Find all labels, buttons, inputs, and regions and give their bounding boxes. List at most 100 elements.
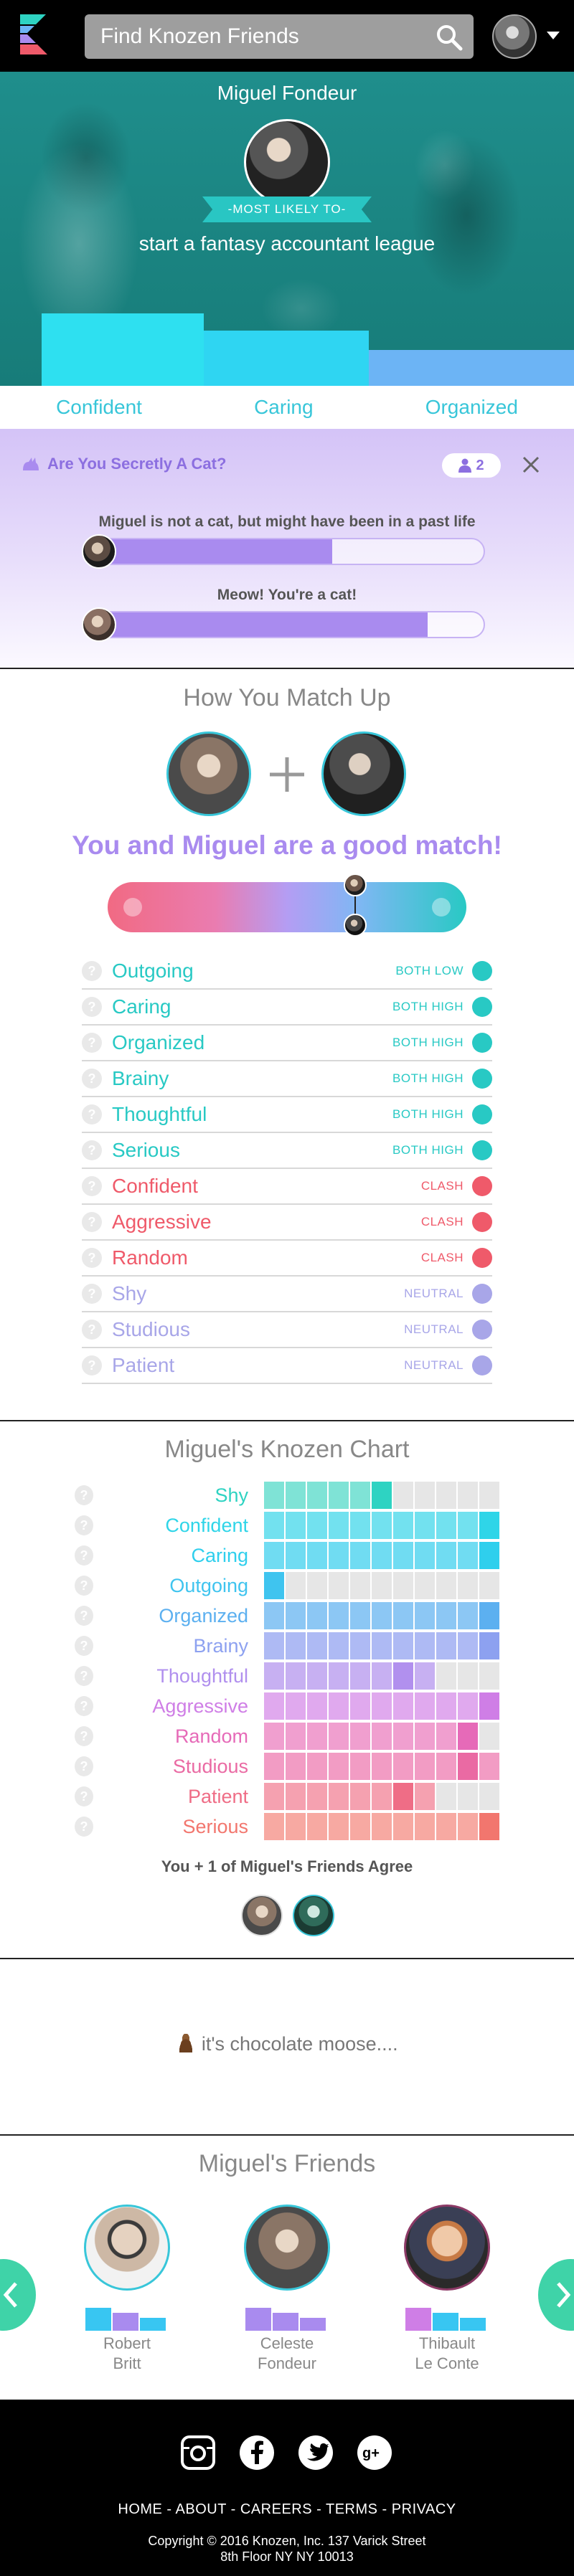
footer-nav-separator: - xyxy=(377,2501,392,2517)
friend-trait-bar xyxy=(245,2308,271,2331)
footer-link-careers[interactable]: CAREERS xyxy=(240,2501,312,2517)
help-icon[interactable]: ? xyxy=(75,1666,94,1686)
help-icon[interactable]: ? xyxy=(82,1284,102,1304)
chart-cell xyxy=(436,1482,456,1509)
trait-name: Serious xyxy=(112,1139,180,1161)
friend-trait-bar xyxy=(433,2313,458,2331)
help-icon[interactable]: ? xyxy=(82,1104,102,1124)
friend-photo[interactable] xyxy=(244,2205,330,2291)
help-icon[interactable]: ? xyxy=(75,1606,94,1626)
help-icon[interactable]: ? xyxy=(75,1576,94,1596)
help-icon[interactable]: ? xyxy=(75,1636,94,1656)
help-icon[interactable]: ? xyxy=(82,1176,102,1196)
help-icon[interactable]: ? xyxy=(75,1756,94,1776)
help-icon[interactable]: ? xyxy=(75,1485,94,1505)
participants-badge[interactable]: 2 xyxy=(442,453,501,478)
chart-cell xyxy=(264,1753,284,1780)
trait-row: ? Caring BOTH HIGH xyxy=(82,990,492,1026)
chart-cell xyxy=(372,1572,392,1599)
help-icon[interactable]: ? xyxy=(82,1320,102,1340)
trait-row: ? Aggressive CLASH xyxy=(82,1205,492,1241)
search-icon[interactable] xyxy=(435,23,464,52)
chart-cell xyxy=(436,1602,456,1629)
help-icon[interactable]: ? xyxy=(82,1069,102,1089)
chevron-down-icon[interactable] xyxy=(547,32,560,39)
footer-link-about[interactable]: ABOUT xyxy=(176,2501,227,2517)
chart-row-label: Patient xyxy=(187,1785,248,1807)
chart-cell xyxy=(350,1662,370,1690)
footer-link-home[interactable]: HOME xyxy=(118,2501,162,2517)
agree-user-avatar[interactable] xyxy=(241,1895,283,1936)
friend-last-name: Le Conte xyxy=(415,2354,479,2372)
previous-friends-button[interactable] xyxy=(0,2259,36,2331)
help-icon[interactable]: ? xyxy=(75,1817,94,1837)
help-icon[interactable]: ? xyxy=(75,1545,94,1566)
footer-nav-separator: - xyxy=(226,2501,240,2517)
help-icon[interactable]: ? xyxy=(82,1355,102,1375)
chart-cell xyxy=(393,1602,413,1629)
address-line: 8th Floor NY NY 10013 xyxy=(220,2549,354,2564)
poop-emoji-icon xyxy=(176,2034,197,2052)
next-friends-button[interactable] xyxy=(538,2259,574,2331)
footer-link-privacy[interactable]: PRIVACY xyxy=(392,2501,456,2517)
chart-cells xyxy=(264,1572,499,1599)
chart-row-label: Thoughtful xyxy=(156,1665,248,1687)
chart-cell xyxy=(307,1753,327,1780)
chart-cell xyxy=(458,1602,478,1629)
chart-row-label: Random xyxy=(174,1725,248,1747)
help-icon[interactable]: ? xyxy=(75,1696,94,1716)
trait-name: Thoughtful xyxy=(112,1103,207,1125)
help-icon[interactable]: ? xyxy=(82,1140,102,1160)
trait-row: ? Serious BOTH HIGH xyxy=(82,1133,492,1169)
trait-name: Studious xyxy=(112,1318,190,1340)
knozen-logo-icon[interactable] xyxy=(20,13,65,57)
quiz-result-fill xyxy=(85,539,332,564)
chart-cell xyxy=(372,1723,392,1750)
instagram-icon[interactable] xyxy=(179,2434,217,2471)
chart-cell xyxy=(458,1692,478,1720)
help-icon[interactable]: ? xyxy=(82,1248,102,1268)
chart-cell xyxy=(436,1813,456,1840)
chart-cell xyxy=(350,1512,370,1539)
search-input[interactable]: Find Knozen Friends xyxy=(85,14,474,59)
help-icon[interactable]: ? xyxy=(82,961,102,981)
chart-cell xyxy=(372,1813,392,1840)
chart-cell xyxy=(479,1723,499,1750)
chart-cell xyxy=(350,1753,370,1780)
help-icon[interactable]: ? xyxy=(75,1786,94,1806)
quiz-title[interactable]: Are You Secretly A Cat? xyxy=(22,455,226,473)
twitter-icon[interactable] xyxy=(297,2434,334,2471)
friend-trait-bar xyxy=(460,2318,486,2331)
chart-cell xyxy=(329,1783,349,1810)
help-icon[interactable]: ? xyxy=(82,1212,102,1232)
friend-photo[interactable] xyxy=(84,2205,170,2291)
help-icon[interactable]: ? xyxy=(82,997,102,1017)
trait-name: Outgoing xyxy=(112,960,194,982)
chart-cells xyxy=(264,1602,499,1629)
trait-row: ? Outgoing BOTH LOW xyxy=(82,954,492,990)
help-icon[interactable]: ? xyxy=(75,1726,94,1746)
help-icon[interactable]: ? xyxy=(75,1515,94,1535)
most-likely-text: start a fantasy accountant league xyxy=(138,232,436,255)
user-marker-avatar xyxy=(344,873,367,896)
friend-name[interactable]: Celeste Fondeur xyxy=(222,2334,352,2374)
agree-friend-avatar[interactable] xyxy=(293,1895,334,1936)
sad-face-icon xyxy=(472,1176,492,1196)
happy-face-icon xyxy=(472,1069,492,1089)
friend-trait-bar xyxy=(113,2313,138,2331)
chart-cell xyxy=(286,1602,306,1629)
user-avatar[interactable] xyxy=(492,14,537,59)
close-icon[interactable] xyxy=(518,452,544,478)
friend-name[interactable]: Thibault Le Conte xyxy=(382,2334,512,2374)
friend-name[interactable]: Robert Britt xyxy=(62,2334,192,2374)
hero-trait-label: Confident xyxy=(56,396,142,418)
help-icon[interactable]: ? xyxy=(82,1033,102,1053)
trait-name: Caring xyxy=(112,995,171,1018)
chart-row: ? Organized xyxy=(75,1601,499,1631)
footer-link-terms[interactable]: TERMS xyxy=(326,2501,378,2517)
chart-cell xyxy=(350,1572,370,1599)
chevron-right-icon xyxy=(557,2282,571,2308)
facebook-icon[interactable] xyxy=(238,2434,276,2471)
google-plus-icon[interactable]: g+ xyxy=(356,2434,393,2471)
friend-photo[interactable] xyxy=(404,2205,490,2291)
